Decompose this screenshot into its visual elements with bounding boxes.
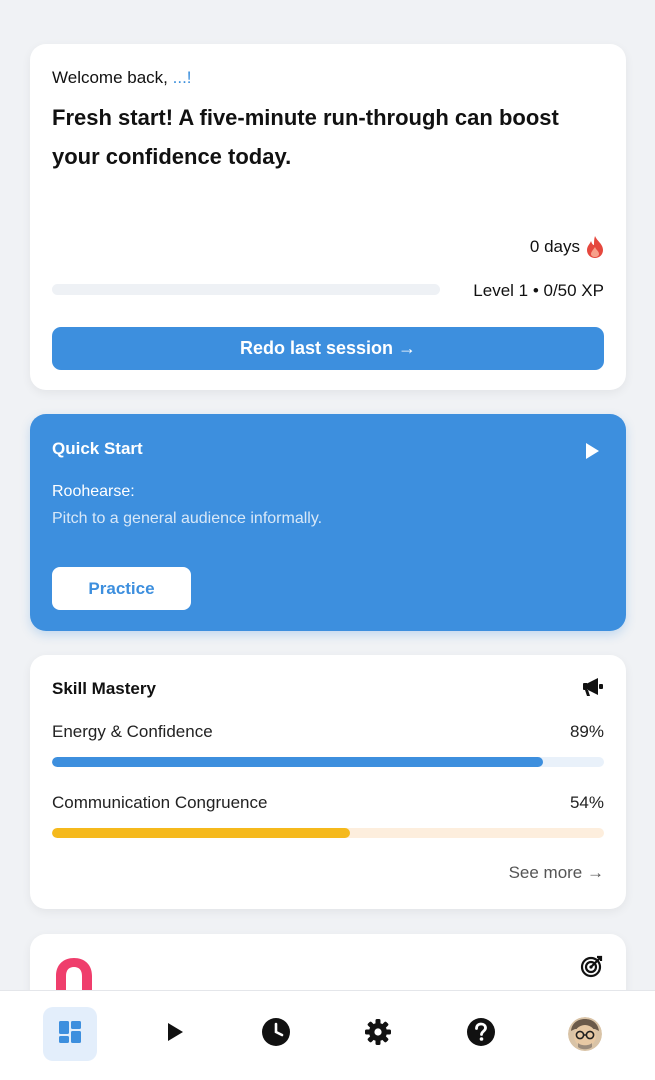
skill-name-energy: Energy & Confidence xyxy=(52,722,213,741)
skill-progress-fill-energy xyxy=(52,757,544,767)
xp-progress-bar xyxy=(52,284,440,295)
welcome-greeting: Welcome back, xyxy=(52,68,173,87)
skill-mastery-card: Skill Mastery Energy & Confidence 89% Co… xyxy=(30,655,626,909)
level-xp-label: Level 1 • 0/50 XP xyxy=(473,281,604,300)
skill-percent-congruence: 54% xyxy=(569,793,604,812)
skill-percent-energy: 89% xyxy=(569,722,604,741)
gear-icon xyxy=(364,1018,392,1051)
play-icon xyxy=(166,1022,184,1047)
quick-start-card: Quick Start Roohearse: Pitch to a genera… xyxy=(30,414,626,631)
skill-progress-bar-congruence xyxy=(52,828,604,838)
user-name: ...! xyxy=(172,68,192,87)
skill-progress-bar-energy xyxy=(52,757,604,767)
history-icon xyxy=(261,1017,291,1052)
play-icon[interactable] xyxy=(584,442,600,465)
dashboard-icon xyxy=(58,1020,82,1049)
nav-history[interactable] xyxy=(249,1007,303,1061)
streak-count: 0 days xyxy=(529,237,580,256)
skill-progress-fill-congruence xyxy=(52,828,351,838)
nav-profile[interactable] xyxy=(558,1007,612,1061)
avatar xyxy=(568,1017,602,1051)
bottom-navigation xyxy=(0,990,655,1080)
practice-button[interactable]: Practice xyxy=(52,567,191,610)
redo-last-session-button[interactable]: Redo last session → xyxy=(52,327,604,370)
quick-start-title: Quick Start xyxy=(52,439,143,458)
quick-start-description: Pitch to a general audience informally. xyxy=(52,510,323,527)
help-icon xyxy=(466,1017,496,1052)
skill-mastery-title: Skill Mastery xyxy=(52,679,156,698)
see-more-link[interactable]: See more → xyxy=(509,863,604,883)
megaphone-icon xyxy=(582,677,604,702)
nav-dashboard[interactable] xyxy=(43,1007,97,1061)
quick-start-label: Roohearse: xyxy=(52,483,135,500)
motivation-headline: Fresh start! A five-minute run-through c… xyxy=(52,105,559,169)
skill-name-congruence: Communication Congruence xyxy=(52,793,268,812)
nav-practice[interactable] xyxy=(148,1007,202,1061)
flame-icon xyxy=(586,235,604,259)
streak-indicator: 0 days xyxy=(530,235,604,259)
target-icon xyxy=(580,954,604,983)
welcome-card: Welcome back, ...! Fresh start! A five-m… xyxy=(30,44,626,390)
nav-settings[interactable] xyxy=(351,1007,405,1061)
nav-help[interactable] xyxy=(454,1007,508,1061)
welcome-message: Welcome back, ...! xyxy=(52,68,192,88)
